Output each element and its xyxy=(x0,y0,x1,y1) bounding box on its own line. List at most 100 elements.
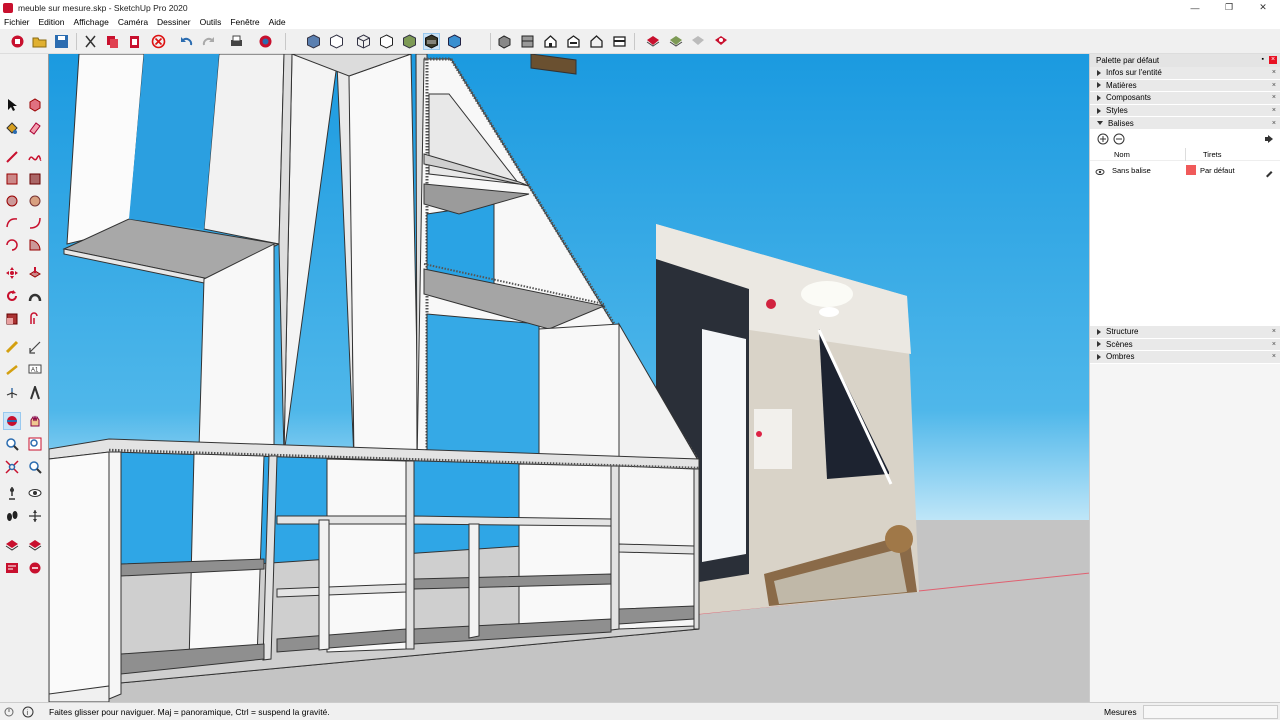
cut-icon[interactable] xyxy=(82,33,99,50)
menu-fenetre[interactable]: Fenêtre xyxy=(230,17,259,27)
right-view-icon[interactable] xyxy=(565,33,582,50)
axes-icon[interactable] xyxy=(3,384,21,402)
panel-shadows[interactable]: Ombres × xyxy=(1090,351,1280,364)
panel-close-icon[interactable]: × xyxy=(1272,341,1276,348)
tag-color-swatch[interactable] xyxy=(1186,164,1196,175)
iso-view-icon[interactable] xyxy=(496,33,513,50)
panel-close-icon[interactable]: × xyxy=(1272,69,1276,76)
orbit-icon[interactable] xyxy=(3,412,21,430)
panel-close-icon[interactable]: × xyxy=(1272,328,1276,335)
print-icon[interactable] xyxy=(228,33,245,50)
geo-location-status-icon[interactable] xyxy=(4,707,14,717)
sandbox-from-contours-icon[interactable] xyxy=(3,536,21,554)
panel-close-icon[interactable]: × xyxy=(1272,82,1276,89)
panel-close-icon[interactable]: × xyxy=(1272,353,1276,360)
offset-icon[interactable] xyxy=(26,310,44,328)
push-pull-icon[interactable] xyxy=(26,264,44,282)
panel-close-icon[interactable]: × xyxy=(1272,107,1276,114)
zoom-extents-icon[interactable] xyxy=(3,458,21,476)
shaded-textures-style-icon[interactable] xyxy=(423,33,440,50)
panel-close-icon[interactable]: × xyxy=(1272,120,1276,127)
left-view-icon[interactable] xyxy=(611,33,628,50)
close-button[interactable]: ✕ xyxy=(1246,0,1280,15)
paste-icon[interactable] xyxy=(126,33,143,50)
tag-dash-style[interactable]: Par défaut xyxy=(1200,166,1235,175)
polygon-icon[interactable] xyxy=(26,192,44,210)
top-view-icon[interactable] xyxy=(519,33,536,50)
panel-close-icon[interactable]: × xyxy=(1272,94,1276,101)
panel-entity-info[interactable]: Infos sur l'entité × xyxy=(1090,67,1280,80)
zoom-window-icon[interactable] xyxy=(26,435,44,453)
line-pencil-icon[interactable] xyxy=(3,148,21,166)
erase-delete-icon[interactable] xyxy=(150,33,167,50)
redo-icon[interactable] xyxy=(200,33,217,50)
walk-icon[interactable] xyxy=(3,507,21,525)
circle-icon[interactable] xyxy=(3,192,21,210)
model-viewport[interactable] xyxy=(48,54,1089,702)
copy-icon[interactable] xyxy=(104,33,121,50)
two-point-arc-icon[interactable] xyxy=(26,214,44,232)
minimize-button[interactable]: — xyxy=(1178,0,1212,15)
tag-details-icon[interactable] xyxy=(1265,134,1273,143)
tape-measure-icon[interactable] xyxy=(3,338,21,356)
select-arrow-icon[interactable] xyxy=(3,96,21,114)
menu-aide[interactable]: Aide xyxy=(269,17,286,27)
look-around-icon[interactable] xyxy=(26,484,44,502)
scale-icon[interactable] xyxy=(3,310,21,328)
previous-view-icon[interactable] xyxy=(26,458,44,476)
wireframe-style-icon[interactable] xyxy=(355,33,372,50)
position-camera-icon[interactable] xyxy=(3,484,21,502)
tag-row-untagged[interactable]: Sans balise Par défaut xyxy=(1090,164,1280,177)
panel-scenes[interactable]: Scènes × xyxy=(1090,338,1280,352)
measurements-input[interactable] xyxy=(1143,705,1278,719)
add-tag-icon[interactable] xyxy=(1097,133,1109,145)
back-view-icon[interactable] xyxy=(588,33,605,50)
zoom-icon[interactable] xyxy=(3,435,21,453)
panel-styles[interactable]: Styles × xyxy=(1090,104,1280,118)
pan-hand-icon[interactable] xyxy=(26,412,44,430)
panel-components[interactable]: Composants × xyxy=(1090,92,1280,105)
text-label-icon[interactable]: A1 xyxy=(26,361,44,379)
rectangle-icon[interactable] xyxy=(3,170,21,188)
3d-text-icon[interactable] xyxy=(26,384,44,402)
section-plane-icon[interactable] xyxy=(26,507,44,525)
warehouse-icon[interactable] xyxy=(644,33,661,50)
share-model-icon[interactable] xyxy=(689,33,706,50)
pin-icon[interactable]: ▪ xyxy=(1262,56,1264,63)
rotate-icon[interactable] xyxy=(3,287,21,305)
tray-close-icon[interactable]: × xyxy=(1269,56,1277,64)
help-info-icon[interactable]: i xyxy=(22,706,34,718)
paint-bucket-icon[interactable] xyxy=(3,119,21,137)
freehand-icon[interactable] xyxy=(26,148,44,166)
undo-icon[interactable] xyxy=(178,33,195,50)
extension-manager-icon[interactable] xyxy=(712,33,729,50)
panel-outliner[interactable]: Structure × xyxy=(1090,325,1280,339)
protractor-icon[interactable] xyxy=(3,361,21,379)
rotated-rectangle-icon[interactable] xyxy=(26,170,44,188)
menu-edition[interactable]: Edition xyxy=(39,17,65,27)
make-component-icon[interactable] xyxy=(26,96,44,114)
monochrome-style-icon[interactable] xyxy=(446,33,463,50)
panel-materials[interactable]: Matières × xyxy=(1090,79,1280,93)
delete-tag-icon[interactable] xyxy=(1113,133,1125,145)
menu-dessiner[interactable]: Dessiner xyxy=(157,17,191,27)
sandbox-from-scratch-icon[interactable] xyxy=(26,536,44,554)
menu-fichier[interactable]: Fichier xyxy=(4,17,30,27)
dimension-icon[interactable] xyxy=(26,338,44,356)
menu-outils[interactable]: Outils xyxy=(200,17,222,27)
xray-style-icon[interactable] xyxy=(305,33,322,50)
geo-location-icon[interactable] xyxy=(26,559,44,577)
follow-me-icon[interactable] xyxy=(26,287,44,305)
arc-icon[interactable] xyxy=(3,214,21,232)
new-model-icon[interactable] xyxy=(9,33,26,50)
open-folder-icon[interactable] xyxy=(31,33,48,50)
move-icon[interactable] xyxy=(3,264,21,282)
panel-tags[interactable]: Balises × xyxy=(1090,117,1280,130)
pie-icon[interactable] xyxy=(26,236,44,254)
restore-button[interactable]: ❐ xyxy=(1212,0,1246,15)
eraser-icon[interactable] xyxy=(26,119,44,137)
save-icon[interactable] xyxy=(53,33,70,50)
menu-camera[interactable]: Caméra xyxy=(118,17,148,27)
hidden-line-style-icon[interactable] xyxy=(378,33,395,50)
shaded-style-icon[interactable] xyxy=(401,33,418,50)
